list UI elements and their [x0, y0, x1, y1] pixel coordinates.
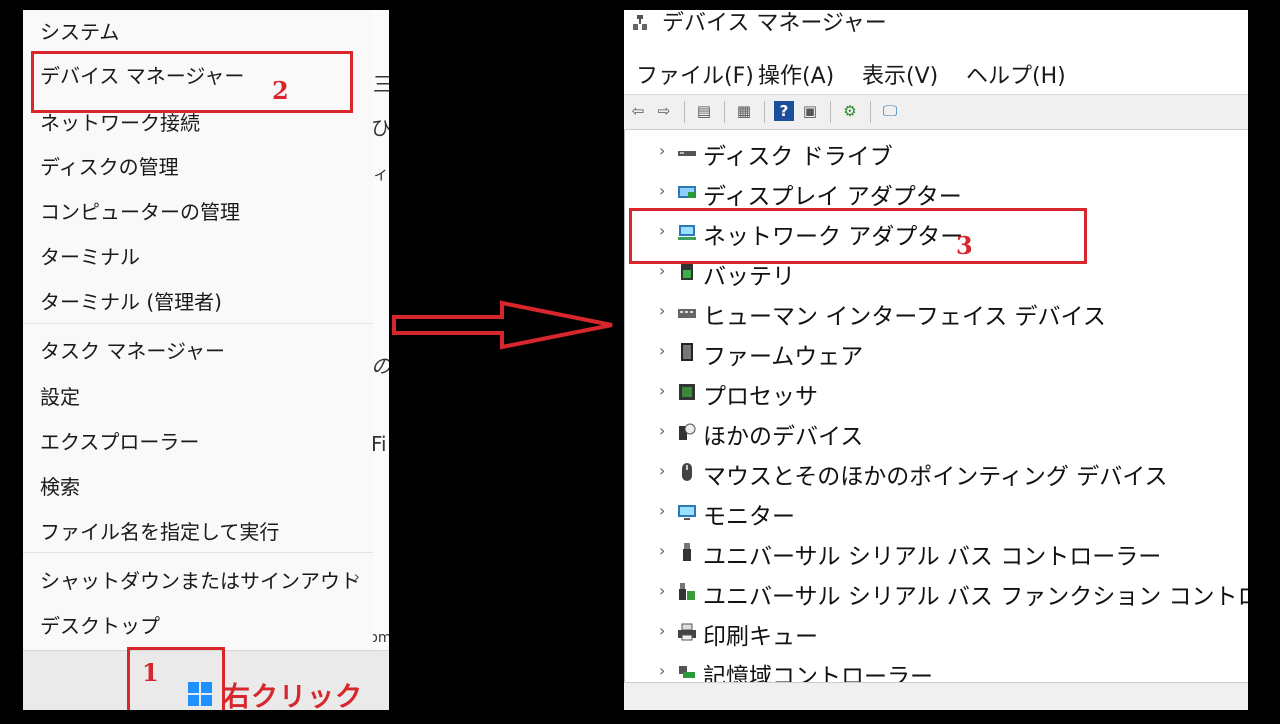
menu-item-system[interactable]: システム: [40, 16, 119, 45]
highlight-box-start-button: 1: [127, 647, 225, 710]
menu-item-run[interactable]: ファイル名を指定して実行: [40, 516, 279, 545]
toolbar-separator: [764, 101, 765, 123]
chevron-right-icon[interactable]: ›: [659, 341, 665, 360]
disk-drive-icon: [678, 151, 696, 156]
tree-node-label: 印刷キュー: [703, 624, 818, 650]
status-bar: [624, 682, 1248, 710]
step-number-3: 3: [956, 231, 973, 260]
chevron-right-icon[interactable]: ›: [659, 541, 665, 560]
chevron-right-icon[interactable]: ›: [659, 661, 665, 680]
menu-help[interactable]: ヘルプ(H): [966, 58, 1066, 90]
background-window: 三 ひ ィ の Fi pm: [369, 10, 389, 650]
highlight-box-device-manager: 2: [31, 51, 353, 113]
firmware-icon: [681, 343, 693, 361]
background-fragment: 三: [373, 72, 389, 96]
hid-icon: [678, 309, 696, 318]
menu-item-label: シャットダウンまたはサインアウト: [40, 569, 360, 593]
tree-node-label: ユニバーサル シリアル バス コントローラー: [703, 544, 1162, 570]
properties-grid-icon[interactable]: ▤: [694, 101, 714, 121]
toolbar-separator: [724, 101, 725, 123]
background-fragment: ィ: [373, 164, 389, 183]
processor-icon: [679, 384, 695, 400]
tree-node-label: プロセッサ: [703, 384, 818, 410]
toolbar-separator: [870, 101, 871, 123]
tree-node-label: ファームウェア: [703, 344, 864, 370]
tree-node-label: ヒューマン インターフェイス デバイス: [703, 304, 1106, 330]
print-queue-icon: [678, 623, 696, 641]
background-fragment: ひ: [371, 116, 389, 140]
background-fragment: Fi: [371, 432, 387, 456]
step-number-2: 2: [272, 76, 289, 105]
menu-item-desktop[interactable]: デスクトップ: [40, 610, 160, 639]
tree-node-label: ディスク ドライブ: [703, 144, 893, 170]
background-fragment: の: [371, 354, 389, 378]
storage-controller-icon: [679, 666, 695, 678]
display-adapter-icon: [678, 186, 696, 198]
menu-item-terminal-admin[interactable]: ターミナル (管理者): [40, 286, 222, 315]
right-click-annotation: 右クリック: [223, 682, 363, 710]
arrow-right-icon: [392, 300, 613, 350]
back-icon[interactable]: ⇦: [628, 101, 648, 121]
chevron-right-icon[interactable]: ›: [659, 301, 665, 320]
device-manager-icon: [633, 15, 647, 30]
chevron-right-icon[interactable]: ›: [659, 621, 665, 640]
chevron-right-icon[interactable]: ›: [659, 181, 665, 200]
tree-node-label: ほかのデバイス: [703, 424, 864, 450]
chevron-right-icon[interactable]: ›: [659, 581, 665, 600]
battery-icon: [681, 264, 693, 280]
chevron-right-icon[interactable]: ›: [659, 141, 665, 160]
menu-action[interactable]: 操作(A): [758, 58, 834, 90]
chevron-right-icon[interactable]: ›: [659, 381, 665, 400]
menu-item-terminal[interactable]: ターミナル: [40, 241, 140, 270]
menu-item-disk-management[interactable]: ディスクの管理: [40, 151, 179, 180]
menu-item-shutdown[interactable]: シャットダウンまたはサインアウト ›: [40, 565, 360, 594]
tree-node-label: ディスプレイ アダプター: [703, 184, 962, 210]
menu-item-computer-management[interactable]: コンピューターの管理: [40, 196, 240, 225]
menu-bar: ファイル(F) 操作(A) 表示(V) ヘルプ(H): [624, 54, 1248, 94]
toolbar-separator: [684, 101, 685, 123]
console-tree-icon[interactable]: ▦: [734, 101, 754, 121]
menu-view[interactable]: 表示(V): [862, 58, 938, 90]
other-devices-icon: [679, 423, 696, 440]
menu-separator: [23, 323, 373, 324]
toolbar: ⇦ ⇨ ▤ ▦ ? ▣ ⚙ 🖵: [624, 94, 1248, 130]
action-pane-icon[interactable]: ▣: [800, 101, 820, 121]
usb-controller-icon: [683, 543, 691, 561]
tree-node-label: ユニバーサル シリアル バス ファンクション コントローラー: [703, 584, 1248, 610]
chevron-right-icon[interactable]: ›: [659, 501, 665, 520]
update-driver-icon[interactable]: ⚙: [840, 101, 860, 121]
step-number-1: 1: [142, 658, 159, 687]
tree-node-label: マウスとそのほかのポインティング デバイス: [703, 464, 1168, 490]
window-title: デバイス マネージャー: [662, 11, 887, 36]
device-tree: › ディスク ドライブ › ディスプレイ アダプター › ネットワーク アダプタ…: [624, 130, 1248, 682]
chevron-right-icon: ›: [353, 567, 360, 586]
scan-hardware-icon[interactable]: 🖵: [880, 101, 900, 121]
menu-item-search[interactable]: 検索: [40, 471, 80, 500]
menu-item-settings[interactable]: 設定: [40, 381, 80, 410]
usb-function-icon: [679, 583, 695, 600]
monitor-icon: [678, 505, 696, 520]
menu-item-explorer[interactable]: エクスプローラー: [40, 426, 199, 455]
forward-icon[interactable]: ⇨: [654, 101, 674, 121]
chevron-right-icon[interactable]: ›: [659, 461, 665, 480]
tree-node-label: モニター: [703, 504, 795, 530]
menu-separator: [23, 552, 373, 553]
menu-item-task-manager[interactable]: タスク マネージャー: [40, 335, 225, 364]
mouse-icon: [682, 463, 692, 481]
toolbar-separator: [830, 101, 831, 123]
device-manager-window: デバイス マネージャー ファイル(F) 操作(A) 表示(V) ヘルプ(H) ⇦…: [624, 10, 1248, 710]
highlight-box-network-adapters: 3: [629, 208, 1087, 264]
context-menu-screenshot: 三 ひ ィ の Fi pm システム デバイス マネージャー ネットワーク接続 …: [23, 10, 389, 710]
tree-node-label: 記憶域コントローラー: [703, 664, 933, 682]
chevron-right-icon[interactable]: ›: [659, 421, 665, 440]
help-icon[interactable]: ?: [774, 101, 794, 121]
menu-file[interactable]: ファイル(F): [636, 58, 754, 90]
